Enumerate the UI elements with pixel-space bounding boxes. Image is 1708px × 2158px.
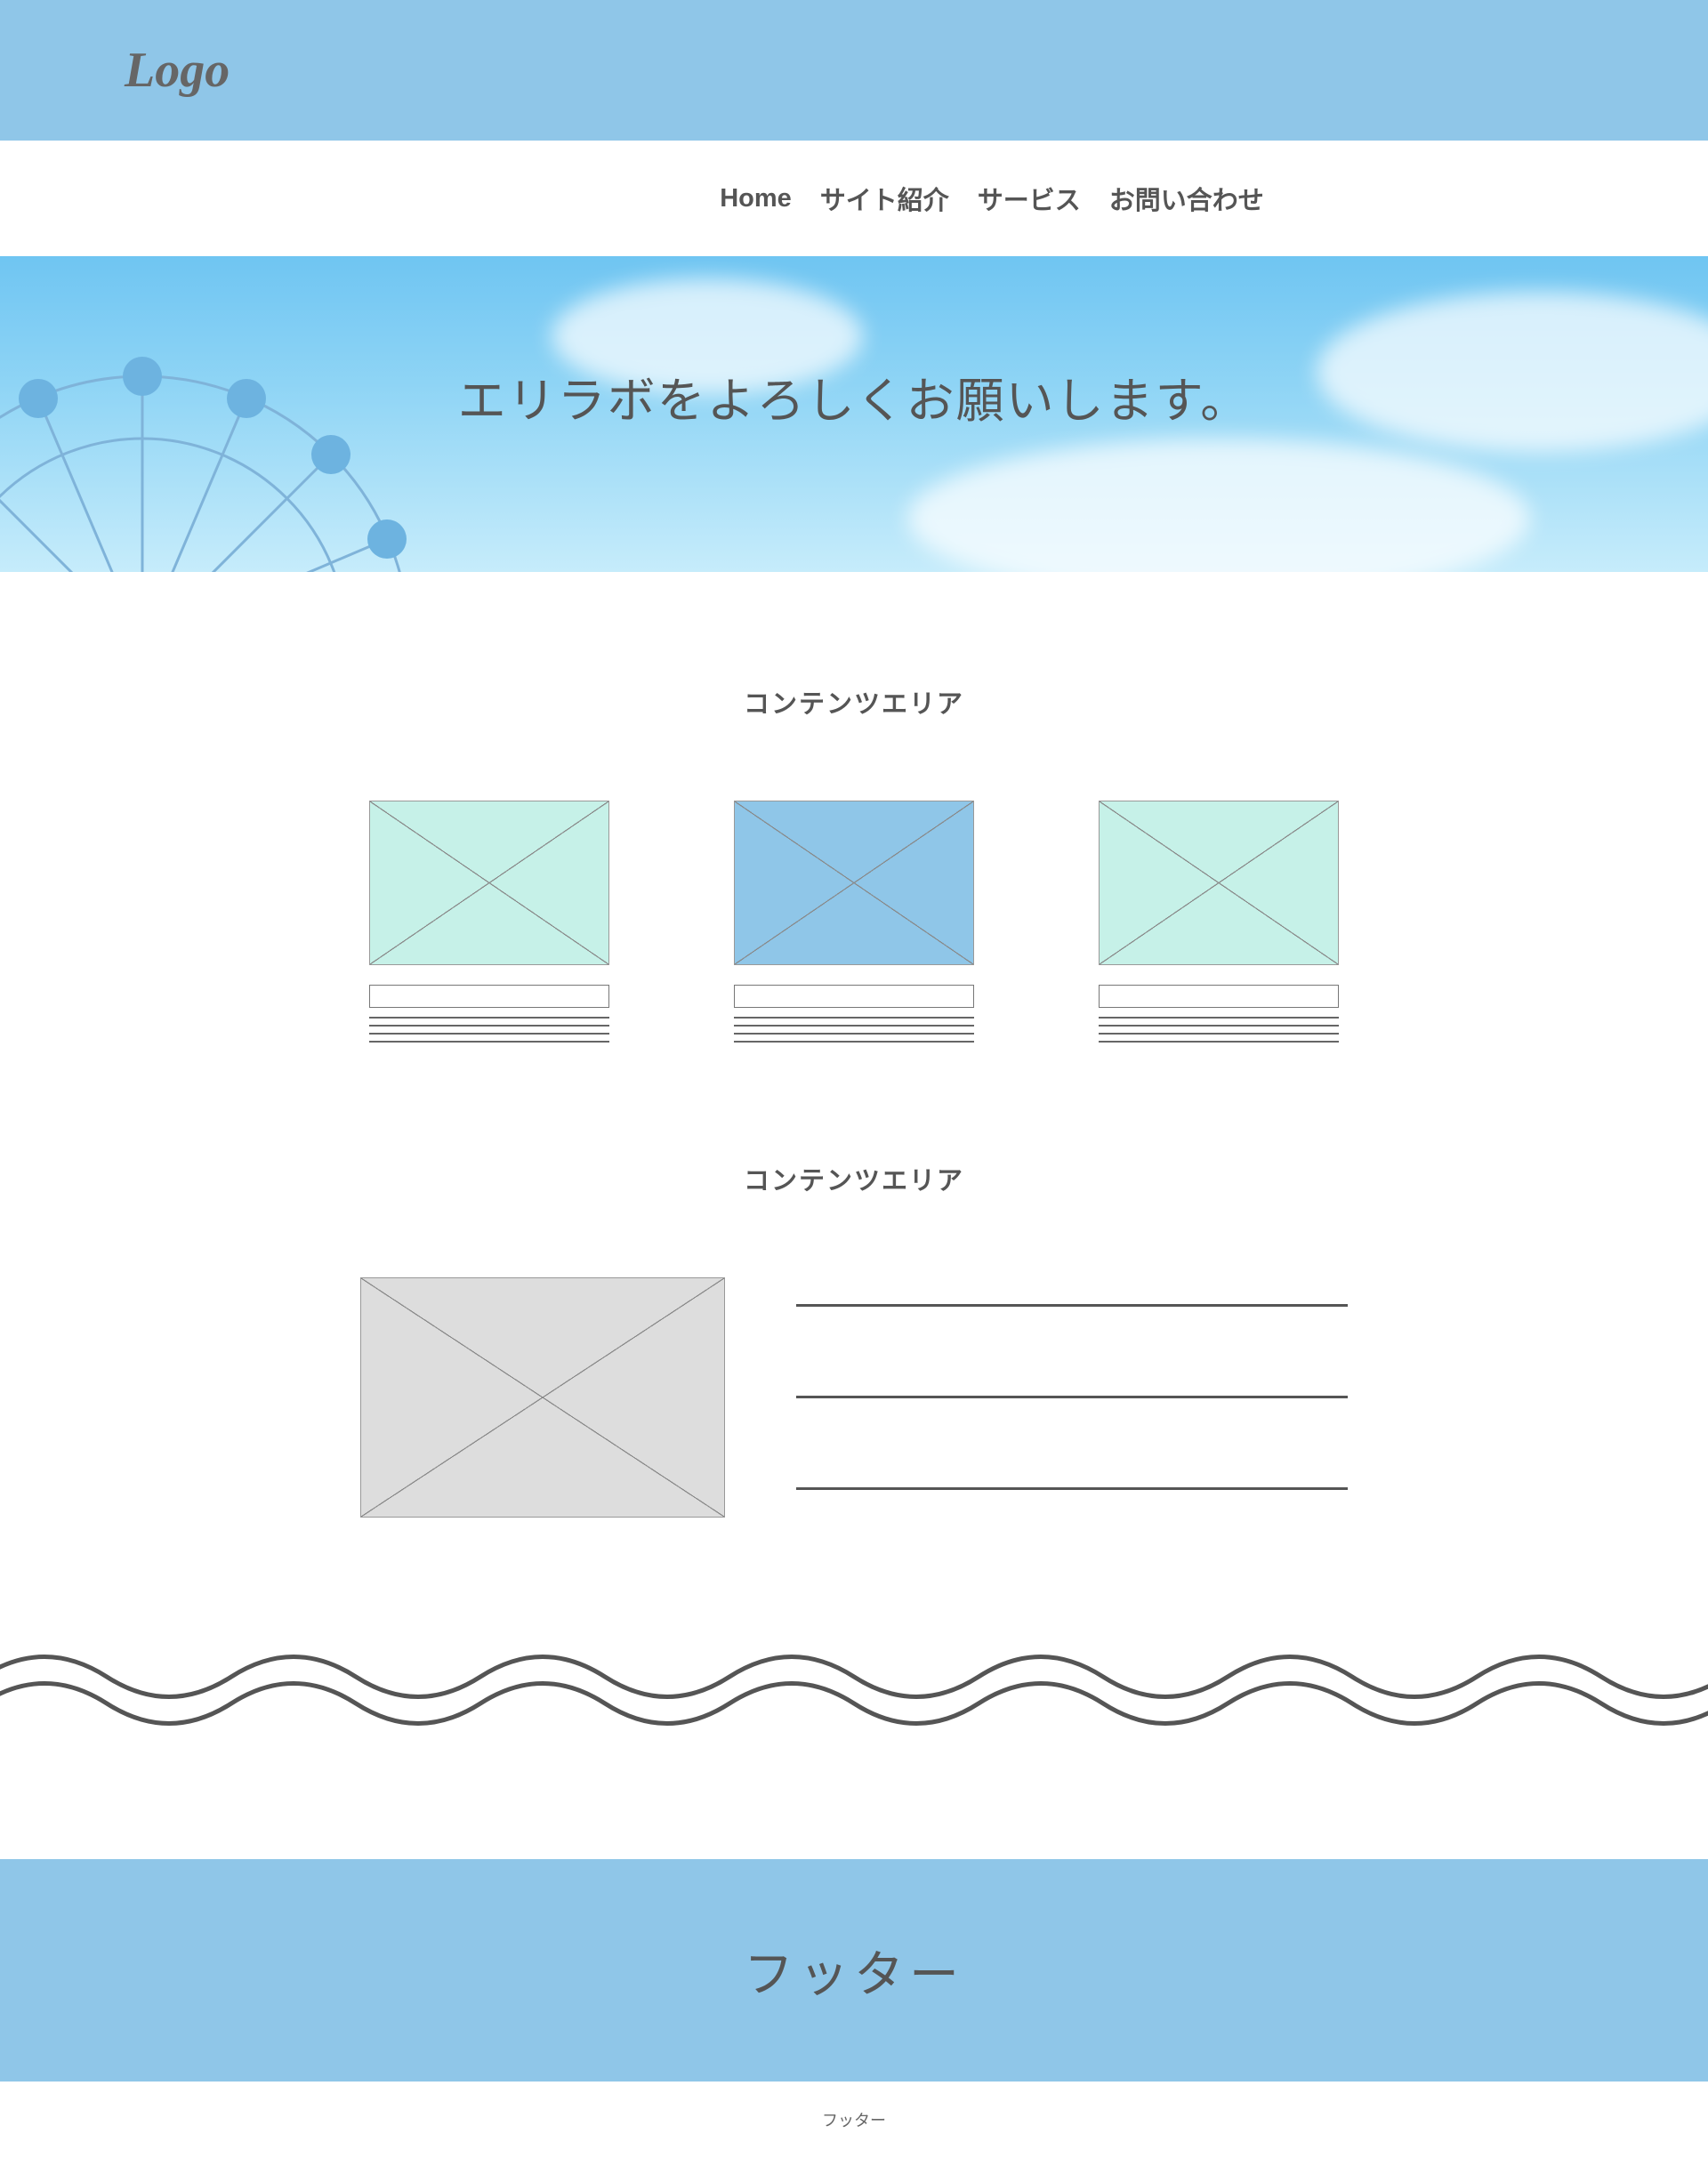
card: [734, 801, 974, 1049]
sub-footer: フッター: [0, 2082, 1708, 2158]
section2-title: コンテンツエリア: [0, 1160, 1708, 1197]
image-placeholder-icon: [1099, 801, 1339, 965]
title-placeholder: [734, 985, 974, 1008]
big-image: [360, 1277, 725, 1518]
text-lines-placeholder: [369, 1017, 609, 1043]
nav-home[interactable]: Home: [720, 184, 792, 213]
card: [1099, 801, 1339, 1049]
hero-title: エリラボをよろしくお願いします。: [458, 361, 1251, 431]
title-placeholder: [369, 985, 609, 1008]
hero: エリラボをよろしくお願いします。: [0, 256, 1708, 572]
text-lines-placeholder: [796, 1277, 1348, 1579]
cloud-decoration: [907, 439, 1530, 572]
text-lines-placeholder: [734, 1017, 974, 1043]
main-nav: Home サイト紹介 サービス お問い合わせ: [0, 141, 1708, 256]
image-placeholder-icon: [369, 801, 609, 965]
image-placeholder-icon: [734, 801, 974, 965]
header: Logo: [0, 0, 1708, 141]
title-placeholder: [1099, 985, 1339, 1008]
ferris-wheel-icon: [0, 323, 463, 572]
text-lines-placeholder: [1099, 1017, 1339, 1043]
card: [369, 801, 609, 1049]
wave-divider-icon: [0, 1632, 1708, 1752]
nav-about[interactable]: サイト紹介: [820, 180, 949, 217]
nav-contact[interactable]: お問い合わせ: [1109, 180, 1264, 217]
image-placeholder-icon: [360, 1277, 725, 1518]
section1-title: コンテンツエリア: [0, 683, 1708, 721]
footer-title: フッター: [744, 1935, 964, 2007]
footer: フッター: [0, 1859, 1708, 2082]
nav-service[interactable]: サービス: [978, 180, 1081, 217]
cloud-decoration: [1317, 292, 1708, 452]
content2-row: [0, 1277, 1708, 1579]
cards-row: [0, 801, 1708, 1049]
logo[interactable]: Logo: [125, 42, 230, 99]
